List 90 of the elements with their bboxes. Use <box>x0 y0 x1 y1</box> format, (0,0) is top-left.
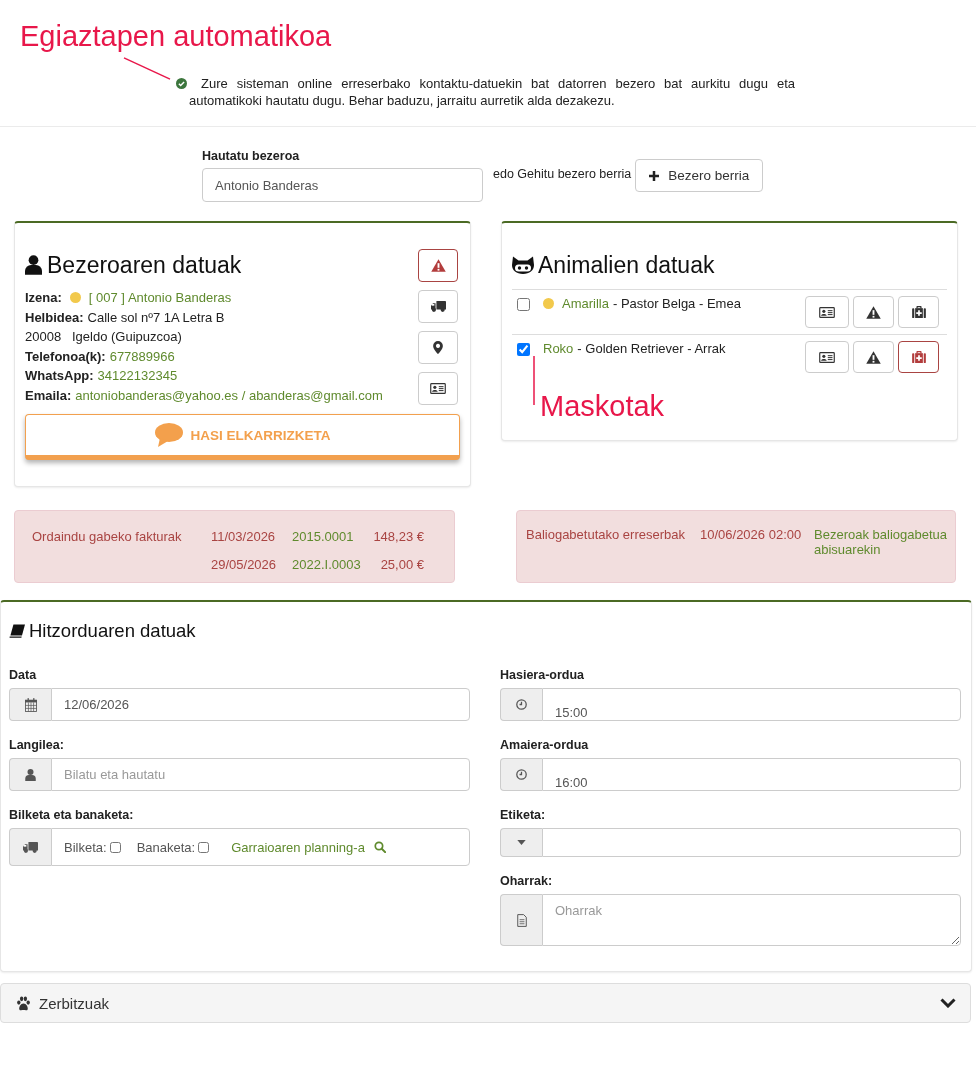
alert-title: Ordaindu gabeko fakturak <box>32 529 183 545</box>
alert-note: Bezeroak baliogabetua abisuarekin <box>814 527 948 557</box>
field-label: Telefonoa(k): <box>25 347 106 366</box>
field-label: Oharrak: <box>500 874 553 888</box>
field-link[interactable]: 34122132345 <box>97 366 178 386</box>
location-button[interactable] <box>418 331 458 364</box>
medkit-icon <box>911 351 926 363</box>
field-label: WhatsApp: <box>25 367 94 385</box>
alert-amount: 25,00 € <box>380 557 424 573</box>
option-checkbox[interactable] <box>109 842 121 853</box>
id-card-button[interactable] <box>805 296 849 328</box>
map-marker-icon <box>433 341 443 354</box>
pet-details: - Golden Retriever - Arrak <box>577 341 726 357</box>
annotation-label: Maskotak <box>540 389 665 423</box>
new-client-button[interactable]: Bezero berria <box>635 159 764 192</box>
paw-icon <box>16 995 31 1011</box>
pet-name-link[interactable]: Amarilla <box>562 296 609 312</box>
alert-date: 29/05/2026 <box>211 557 278 573</box>
alert-date: 10/06/2026 02:00 <box>700 527 803 544</box>
truck-icon <box>23 841 38 853</box>
panel-title: Hitzorduaren datuak <box>29 619 196 643</box>
services-panel-header[interactable]: Zerbitzuak <box>0 983 971 1023</box>
card-title: Animalien datuak <box>538 251 715 280</box>
user-icon <box>25 255 42 275</box>
id-card-button[interactable] <box>805 341 849 373</box>
option-label: Banaketa: <box>136 839 196 855</box>
speech-bubble-icon <box>154 423 183 447</box>
date-field[interactable]: 12/06/2026 <box>51 688 470 721</box>
document-icon <box>516 913 527 927</box>
leader-line <box>533 356 535 405</box>
card-title: Bezeroaren datuak <box>47 251 242 280</box>
medkit-icon <box>911 306 926 318</box>
field-label: Hasiera-ordua <box>500 668 585 682</box>
warning-icon <box>430 259 446 272</box>
planning-link[interactable]: Garraioaren planning-a <box>231 839 365 855</box>
warnings-button[interactable] <box>418 249 458 282</box>
cat-icon <box>512 256 534 274</box>
field-label: Data <box>9 668 37 682</box>
leader-line <box>123 57 171 80</box>
invoice-link[interactable]: 2015.0001 <box>292 529 354 545</box>
field-label: Amaiera-ordua <box>500 738 589 752</box>
check-circle-icon <box>176 78 187 89</box>
id-card-icon <box>819 306 835 318</box>
field-link[interactable]: [ 007 ] Antonio Banderas <box>88 288 232 308</box>
field-label: Etiketa: <box>500 808 546 822</box>
warning-icon <box>866 305 881 319</box>
field-label: Hautatu bezeroa <box>202 149 300 163</box>
field-label: Izena: <box>25 289 62 307</box>
field-link[interactable]: antoniobanderas@yahoo.es / abanderas@gmail.com <box>75 385 383 405</box>
field-value: 20008 Igeldo (Guipuzcoa) <box>25 328 182 346</box>
calendar-icon <box>24 697 37 712</box>
medical-button[interactable] <box>898 341 939 373</box>
id-card-button[interactable] <box>418 372 458 405</box>
pet-name-link[interactable]: Roko <box>543 341 574 357</box>
notice-text: Zure sisteman online erreserbako kontaktu-datuekin bat datorren bezero bat aurkitu dugu eta automatikoki hautatu dugu. Behar baduzu, jarraitu aurretik alda dezakezu. <box>189 75 795 109</box>
field-label: Emaila: <box>25 386 72 405</box>
transport-button[interactable] <box>418 290 458 323</box>
field-label: Bilketa eta banaketa: <box>9 808 134 822</box>
alert-title: Baliogabetutako erreserbak <box>526 527 686 542</box>
plus-icon <box>649 170 660 181</box>
time-field[interactable]: 15:00 <box>542 688 961 721</box>
search-icon <box>373 841 386 853</box>
field-label: Langilea: <box>9 738 64 752</box>
invoice-link[interactable]: 2022.I.0003 <box>292 557 361 573</box>
warning-icon <box>866 350 881 364</box>
annotation-label: Egiaztapen automatikoa <box>20 19 332 54</box>
client-search-field[interactable]: Antonio Banderas <box>202 168 483 202</box>
field-value: Calle sol nº7 1A Letra B <box>87 308 225 327</box>
notes-field[interactable]: Oharrak <box>542 894 961 946</box>
clock-icon <box>516 699 527 710</box>
alert-date: 11/03/2026 <box>211 529 277 545</box>
id-card-icon <box>819 351 835 363</box>
pet-details: - Pastor Belga - Emea <box>612 296 741 312</box>
option-checkbox[interactable] <box>198 842 210 853</box>
field-link[interactable]: 677889966 <box>109 346 175 366</box>
id-card-icon <box>430 383 446 394</box>
field-label: Helbidea: <box>25 308 84 327</box>
pet-checkbox[interactable] <box>517 298 530 311</box>
caret-down-icon <box>517 840 526 845</box>
user-icon <box>25 768 36 781</box>
book-icon <box>9 623 25 639</box>
option-label: Bilketa: <box>64 839 107 855</box>
staff-search-field[interactable]: Bilatu eta hautatu <box>51 758 470 791</box>
time-field[interactable]: 16:00 <box>542 758 961 791</box>
alert-amount: 148,23 € <box>373 529 424 545</box>
pet-checkbox[interactable] <box>517 343 530 356</box>
clock-icon <box>516 769 527 780</box>
tag-select-field[interactable] <box>542 828 961 857</box>
helper-text: edo Gehitu bezero berria <box>493 167 632 181</box>
truck-icon <box>430 301 446 312</box>
